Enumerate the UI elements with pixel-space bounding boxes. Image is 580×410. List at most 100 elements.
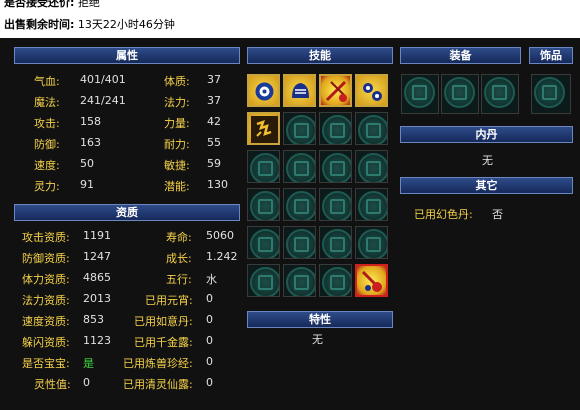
attr-label: 攻击: <box>34 117 60 130</box>
quality-label: 寿命: <box>166 231 192 244</box>
other-value: 否 <box>492 208 503 221</box>
attr-label: 灵力: <box>34 180 60 193</box>
empty-skill-slot <box>319 264 352 297</box>
accept-counteroffer-line: 是否接受还价: 拒绝 <box>4 0 100 10</box>
quality-value: 0 <box>206 355 213 368</box>
attr-label: 耐力: <box>164 138 190 151</box>
skill-icon-strike <box>325 80 347 102</box>
quality-value-is-baby: 是 <box>83 357 94 370</box>
quality-label: 已用炼兽珍经: <box>123 357 193 370</box>
quality-value: 水 <box>206 273 217 286</box>
quality-label: 体力资质: <box>22 273 70 286</box>
quality-label: 法力资质: <box>22 294 70 307</box>
other-header: 其它 <box>400 177 573 194</box>
attr-label: 气血: <box>34 75 60 88</box>
attributes-header: 属性 <box>14 47 240 64</box>
attr-value: 55 <box>207 136 221 149</box>
skill-icon-crit <box>361 270 382 292</box>
attr-value: 91 <box>80 178 94 191</box>
skill-icon-rune <box>251 116 278 143</box>
quality-label: 五行: <box>166 273 192 286</box>
empty-skill-slot <box>319 112 352 145</box>
skills-header: 技能 <box>247 47 393 64</box>
empty-skill-slot <box>319 150 352 183</box>
quality-value: 1191 <box>83 229 111 242</box>
skill-slot[interactable] <box>355 74 388 107</box>
quality-value: 0 <box>83 376 90 389</box>
skill-slot[interactable] <box>247 74 280 107</box>
attr-label: 速度: <box>34 159 60 172</box>
inner-dan-header: 内丹 <box>400 126 573 143</box>
quality-header: 资质 <box>14 204 240 221</box>
traits-header: 特性 <box>247 311 393 328</box>
empty-skill-slot <box>283 264 316 297</box>
attr-label: 魔法: <box>34 96 60 109</box>
quality-label: 已用清灵仙露: <box>123 378 193 391</box>
quality-value: 853 <box>83 313 104 326</box>
attr-label: 潜能: <box>164 180 190 193</box>
quality-value: 1247 <box>83 250 111 263</box>
equipment-slot[interactable] <box>401 74 439 114</box>
skill-slot[interactable] <box>283 74 316 107</box>
skill-slot[interactable] <box>355 264 388 297</box>
empty-skill-slot <box>355 226 388 259</box>
empty-skill-slot <box>247 264 280 297</box>
empty-skill-slot <box>283 188 316 221</box>
attr-value: 50 <box>80 157 94 170</box>
quality-label: 成长: <box>166 252 192 265</box>
empty-skill-slot <box>247 226 280 259</box>
empty-skill-slot <box>319 188 352 221</box>
quality-value: 0 <box>206 313 213 326</box>
accept-counteroffer-label: 是否接受还价: <box>4 0 75 9</box>
quality-label: 速度资质: <box>22 315 70 328</box>
attr-label: 力量: <box>164 117 190 130</box>
quality-label: 躲闪资质: <box>22 336 70 349</box>
remaining-time-value: 13天22小时46分钟 <box>77 18 175 31</box>
empty-skill-slot <box>355 112 388 145</box>
skill-slot[interactable] <box>319 74 352 107</box>
accessory-slot[interactable] <box>531 74 571 114</box>
quality-label: 已用千金露: <box>134 336 193 349</box>
attr-value: 59 <box>207 157 221 170</box>
skill-icon-orbs <box>363 83 382 101</box>
attr-value: 130 <box>207 178 228 191</box>
attr-value: 163 <box>80 136 101 149</box>
skills-grid <box>247 74 393 302</box>
quality-value: 0 <box>206 376 213 389</box>
empty-skill-slot <box>319 226 352 259</box>
quality-value: 1123 <box>83 334 111 347</box>
skill-slot[interactable] <box>247 112 280 145</box>
remaining-time-line: 出售剩余时间: 13天22小时46分钟 <box>4 16 175 32</box>
empty-skill-slot <box>247 150 280 183</box>
attr-value: 37 <box>207 73 221 86</box>
empty-skill-slot <box>283 150 316 183</box>
traits-value: 无 <box>312 333 323 346</box>
quality-value: 5060 <box>206 229 234 242</box>
attr-label: 体质: <box>164 75 190 88</box>
attr-value: 37 <box>207 94 221 107</box>
empty-skill-slot <box>355 188 388 221</box>
quality-value: 1.242 <box>206 250 238 263</box>
attr-value: 401/401 <box>80 73 126 86</box>
inner-dan-value: 无 <box>482 154 493 167</box>
accept-counteroffer-value: 拒绝 <box>77 0 100 9</box>
equipment-slot[interactable] <box>481 74 519 114</box>
equipment-header: 装备 <box>400 47 521 64</box>
attr-label: 防御: <box>34 138 60 151</box>
equipment-slot[interactable] <box>441 74 479 114</box>
empty-skill-slot <box>283 112 316 145</box>
empty-skill-slot <box>355 150 388 183</box>
attr-label: 敏捷: <box>164 159 190 172</box>
empty-skill-slot <box>283 226 316 259</box>
skill-icon-gear <box>255 82 274 101</box>
skill-icon-helmet <box>292 83 309 98</box>
attr-value: 42 <box>207 115 221 128</box>
quality-label: 攻击资质: <box>22 231 70 244</box>
quality-label: 灵性值: <box>34 378 71 391</box>
quality-label: 已用如意丹: <box>134 315 193 328</box>
attr-label: 法力: <box>164 96 190 109</box>
accessory-header: 饰品 <box>529 47 573 64</box>
attr-value: 158 <box>80 115 101 128</box>
quality-value: 4865 <box>83 271 111 284</box>
quality-label: 防御资质: <box>22 252 70 265</box>
